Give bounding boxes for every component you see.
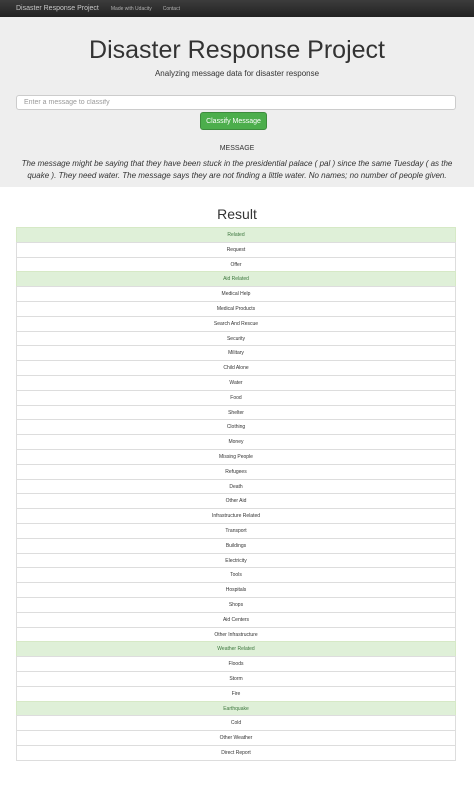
category-item-search-and-rescue: Search And Rescue [16,315,456,332]
category-item-tools: Tools [16,567,456,584]
result-heading: Result [217,206,257,222]
category-item-offer: Offer [16,256,456,273]
category-item-medical-products: Medical Products [16,300,456,317]
nav-link-udacity[interactable]: Made with Udacity [111,6,152,12]
category-item-hospitals: Hospitals [16,582,456,598]
category-item-earthquake: Earthquake [16,700,456,717]
category-item-death: Death [16,478,456,495]
category-item-food: Food [16,389,456,406]
category-item-weather-related: Weather Related [16,641,456,658]
category-item-infrastructure-related: Infrastructure Related [16,508,456,524]
category-item-other-aid: Other Aid [16,493,456,510]
category-item-transport: Transport [16,522,456,539]
navbar: Disaster Response Project Made with Udac… [0,0,474,18]
category-item-fire: Fire [16,685,456,702]
category-item-storm: Storm [16,670,456,687]
category-item-direct-report: Direct Report [16,744,456,761]
category-item-electricity: Electricity [16,552,456,569]
category-item-aid-centers: Aid Centers [16,611,456,628]
category-item-medical-help: Medical Help [16,286,456,302]
navbar-brand-link[interactable]: Disaster Response Project [16,5,99,12]
category-list: Related Request Offer Aid Related Medical He… [16,227,456,761]
category-item-floods: Floods [16,656,456,672]
category-item-security: Security [16,330,456,347]
category-item-other-weather: Other Weather [16,730,456,746]
category-item-money: Money [16,434,456,450]
category-item-request: Request [16,241,456,258]
page-subtitle: Analyzing message data for disaster resp… [154,69,320,78]
nav-link-contact[interactable]: Contact [163,6,180,12]
category-item-buildings: Buildings [16,537,456,554]
category-item-missing-people: Missing People [16,448,456,465]
message-input[interactable] [16,95,456,110]
page-title: Disaster Response Project [89,36,385,64]
category-item-military: Military [16,345,456,362]
category-item-refugees: Refugees [16,463,456,480]
message-label: MESSAGE [219,145,255,152]
category-item-water: Water [16,374,456,391]
message-text: The message might be saying that they ha… [21,159,453,180]
category-item-aid-related: Aid Related [16,271,456,288]
category-item-cold: Cold [16,715,456,732]
category-item-shelter: Shelter [16,404,456,421]
category-item-shops: Shops [16,596,456,613]
classify-message-button[interactable]: Classify Message [200,112,267,130]
category-item-child-alone: Child Alone [16,360,456,376]
category-item-clothing: Clothing [16,419,456,436]
header-jumbotron: Disaster Response Project Analyzing mess… [0,17,474,187]
category-item-other-infrastructure: Other Infrastructure [16,626,456,643]
category-item-related: Related [16,227,456,243]
